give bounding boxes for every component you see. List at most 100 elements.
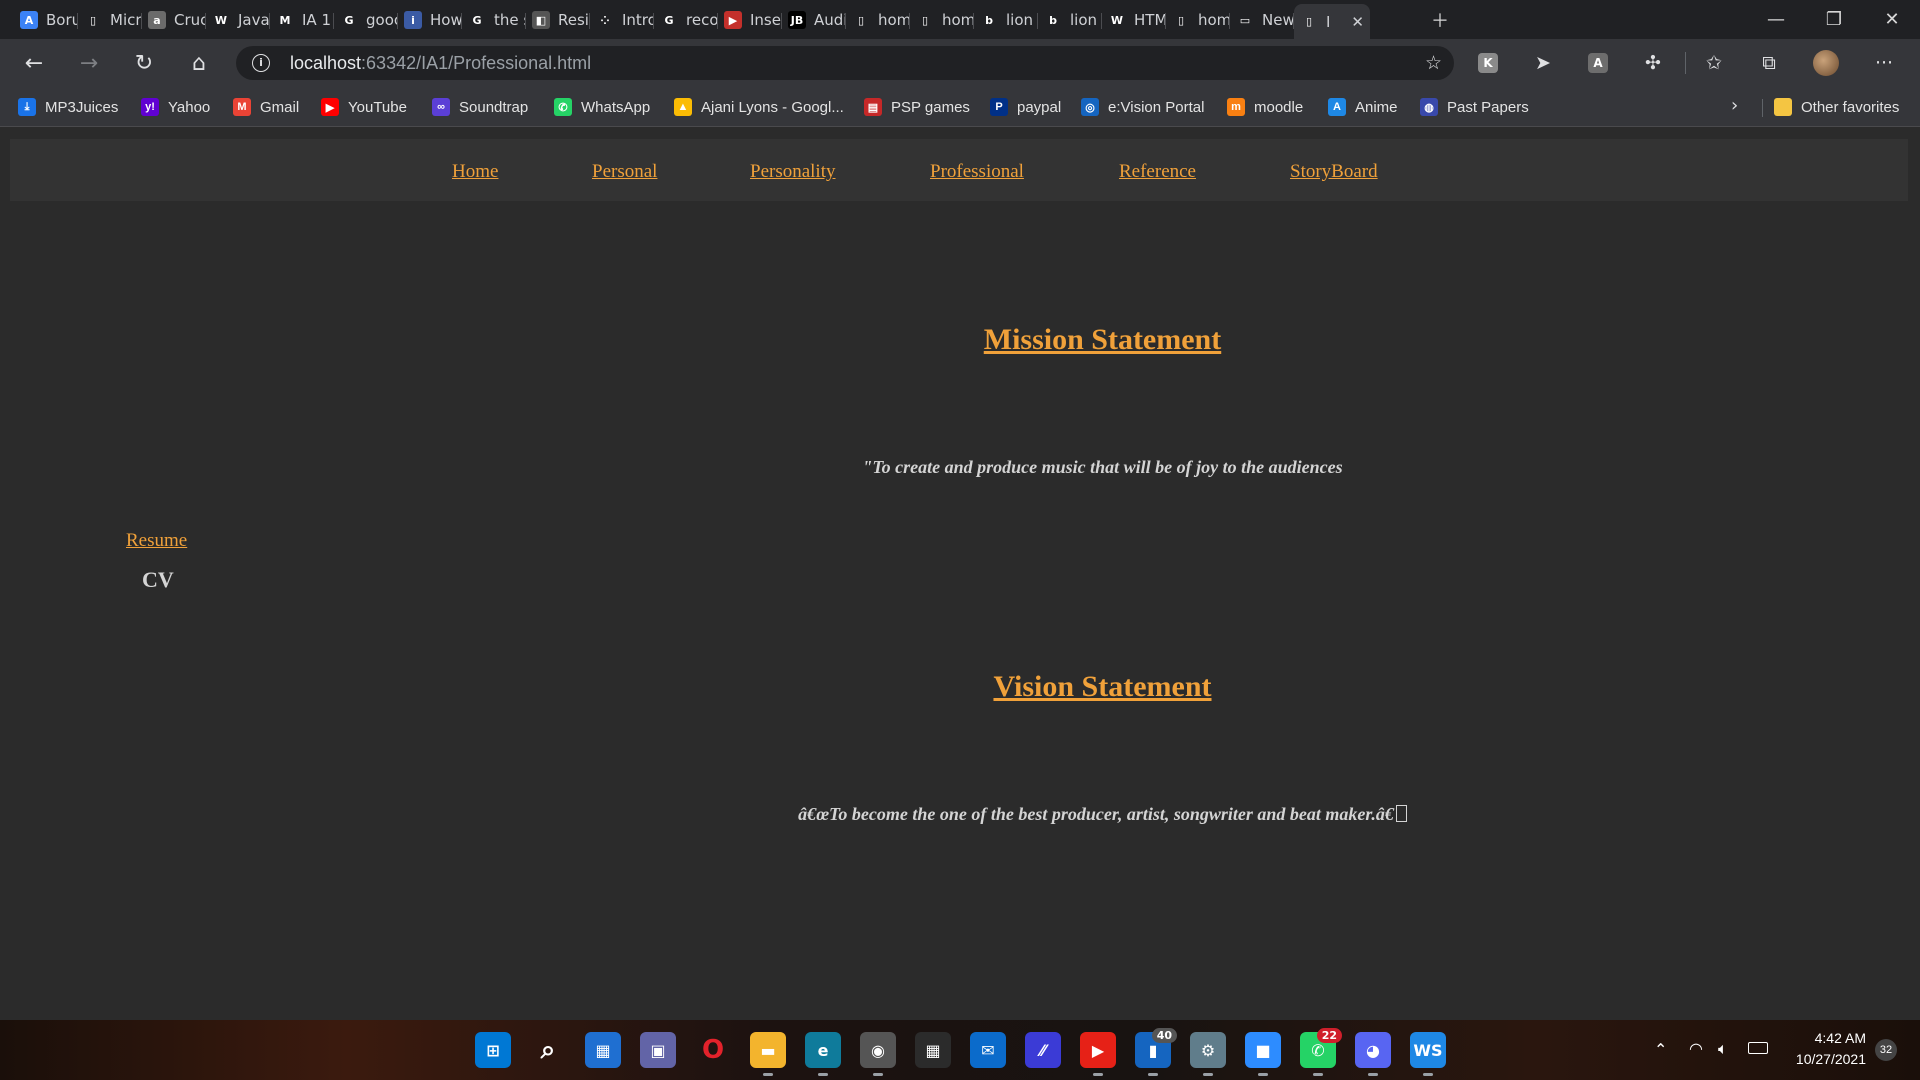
taskbar-whatsapp-icon[interactable]: ✆ 22 <box>1300 1028 1342 1076</box>
tab[interactable]: A Boru <box>14 5 78 35</box>
profile-avatar[interactable] <box>1812 49 1840 77</box>
resume-link[interactable]: Resume <box>126 530 187 552</box>
taskbar-discord-icon[interactable]: ◕ <box>1355 1032 1391 1076</box>
tab-label: hom <box>878 11 910 29</box>
tab[interactable]: b lion <box>974 5 1038 35</box>
bookmark-psp-games[interactable]: ▤ PSP games <box>864 95 970 119</box>
url-text[interactable]: localhost:63342/IA1/Professional.html <box>290 53 591 74</box>
minimize-button[interactable]: — <box>1750 0 1802 39</box>
wifi-icon[interactable]: ◠ <box>1689 1039 1703 1058</box>
extension-cursor-icon[interactable]: ➤ <box>1529 49 1557 77</box>
taskbar-start-icon[interactable]: ⊞ <box>475 1032 511 1068</box>
site-info-icon[interactable]: i <box>252 54 270 72</box>
running-indicator <box>1423 1073 1433 1076</box>
tab[interactable]: ▯ hom <box>846 5 910 35</box>
bookmark-mp3juices[interactable]: ⤓ MP3Juices <box>18 95 118 119</box>
restore-button[interactable]: ❐ <box>1808 0 1860 39</box>
forward-icon[interactable]: → <box>73 47 105 79</box>
tab[interactable]: W Java <box>206 5 270 35</box>
nav-storyboard-link[interactable]: StoryBoard <box>1290 161 1378 183</box>
nav-home-link[interactable]: Home <box>452 161 498 183</box>
bookmark-anime[interactable]: A Anime <box>1328 95 1398 119</box>
battery-icon[interactable] <box>1748 1042 1768 1054</box>
tab[interactable]: ▭ New <box>1230 5 1294 35</box>
volume-icon[interactable]: 🔈︎ <box>1718 1039 1728 1059</box>
taskbar-media-player-icon[interactable]: ◉ <box>860 1032 896 1076</box>
page-icon: ▯ <box>857 13 865 27</box>
bookmark-label: PSP games <box>891 98 970 116</box>
collections-icon[interactable]: ⧉ <box>1755 49 1783 77</box>
taskbar-edge-icon[interactable]: e <box>805 1032 841 1076</box>
taskbar-zoom-icon[interactable]: ■ <box>1245 1032 1281 1076</box>
refresh-icon[interactable]: ↻ <box>128 47 160 79</box>
badge-count: 22 <box>1316 1028 1342 1043</box>
tab[interactable]: ◧ Resiz <box>526 5 590 35</box>
bookmarks-overflow-chevron-icon[interactable]: › <box>1731 95 1738 116</box>
close-tab-icon[interactable]: ✕ <box>1351 13 1364 31</box>
download-icon: ⤓ <box>18 98 36 116</box>
tab[interactable]: Grecor <box>654 5 718 35</box>
running-indicator <box>818 1073 828 1076</box>
tab[interactable]: ▯ Micr <box>78 5 142 35</box>
tab-active[interactable]: ▯ I ✕ <box>1294 4 1370 39</box>
taskbar-youtube-music-icon[interactable]: ▶ <box>1080 1032 1116 1076</box>
bookmark-paypal[interactable]: Ppaypal <box>990 95 1061 119</box>
back-icon[interactable]: ← <box>18 47 50 79</box>
tab[interactable]: ▯ hom <box>1166 5 1230 35</box>
extension-k-icon[interactable]: K <box>1474 49 1502 77</box>
tab[interactable]: W HTM <box>1102 5 1166 35</box>
nav-reference-link[interactable]: Reference <box>1119 161 1196 183</box>
other-favorites[interactable]: Other favorites <box>1774 95 1899 119</box>
bookmark-whatsapp[interactable]: ✆ WhatsApp <box>554 95 650 119</box>
close-window-button[interactable]: ✕ <box>1866 0 1918 39</box>
tab[interactable]: M IA 1 <box>270 5 334 35</box>
tray-chevron-up-icon[interactable]: ⌃ <box>1654 1040 1667 1059</box>
taskbar-search-icon[interactable]: ⌕ <box>530 1032 566 1068</box>
tab[interactable]: ⁘ Intro <box>590 5 654 35</box>
jetbrains-icon: JB <box>788 11 806 29</box>
new-tab-button[interactable]: ＋ <box>1414 0 1466 39</box>
vision-statement-text: â€œTo become the one of the best produce… <box>0 804 1920 825</box>
tab[interactable]: ▶ Inser <box>718 5 782 35</box>
bookmark-e-vision-portal[interactable]: ◎ e:Vision Portal <box>1081 95 1204 119</box>
taskbar-visual-studio-icon[interactable]: ⁄⁄ <box>1025 1032 1061 1068</box>
taskbar-notes-icon[interactable]: ▮ 40 <box>1135 1028 1177 1076</box>
extensions-puzzle-icon[interactable]: ✣ <box>1639 49 1667 77</box>
tab[interactable]: ▯ hom <box>910 5 974 35</box>
clock-time[interactable]: 4:42 AM <box>1806 1030 1866 1046</box>
bookmark-soundtrap[interactable]: ∞ Soundtrap <box>432 95 528 119</box>
taskbar-opera-icon[interactable]: O <box>695 1032 731 1068</box>
nav-professional-link[interactable]: Professional <box>930 161 1024 183</box>
taskbar-widgets-icon[interactable]: ▦ <box>585 1032 621 1068</box>
tab[interactable]: b lion <box>1038 5 1102 35</box>
bookmark-past-papers[interactable]: ◍ Past Papers <box>1420 95 1529 119</box>
bookmark-youtube[interactable]: ▶ YouTube <box>321 95 407 119</box>
bookmark-ajani-lyons-googl[interactable]: ▲ Ajani Lyons - Googl... <box>674 95 844 119</box>
bookmark-moodle[interactable]: m moodle <box>1227 95 1303 119</box>
tab[interactable]: JB Audi <box>782 5 846 35</box>
settings-menu-icon[interactable]: ··· <box>1870 49 1898 77</box>
taskbar-mail-icon[interactable]: ✉ <box>970 1032 1006 1068</box>
taskbar-settings-icon[interactable]: ⚙ <box>1190 1032 1226 1076</box>
address-bar[interactable]: i localhost:63342/IA1/Professional.html … <box>236 46 1454 80</box>
add-favorite-icon[interactable]: ☆ <box>1425 52 1442 74</box>
taskbar-store-icon[interactable]: ▦ <box>915 1032 951 1068</box>
whatsapp-icon: ✆ <box>554 98 572 116</box>
clock-date[interactable]: 10/27/2021 <box>1786 1051 1866 1067</box>
favorites-icon[interactable]: ✩ <box>1700 49 1728 77</box>
taskbar-file-explorer-icon[interactable]: ▬ <box>750 1032 786 1076</box>
nav-personality-link[interactable]: Personality <box>750 161 836 183</box>
taskbar-webstorm-icon[interactable]: WS <box>1410 1032 1446 1076</box>
taskbar-teams-chat-icon[interactable]: ▣ <box>640 1032 676 1068</box>
bookmark-gmail[interactable]: M Gmail <box>233 95 299 119</box>
extension-a-icon[interactable]: A <box>1584 49 1612 77</box>
tab[interactable]: a Cruc <box>142 5 206 35</box>
resize-icon: ◧ <box>532 11 550 29</box>
tab[interactable]: Ggooc <box>334 5 398 35</box>
bookmark-yahoo[interactable]: y! Yahoo <box>141 95 210 119</box>
tab[interactable]: i How <box>398 5 462 35</box>
home-icon[interactable]: ⌂ <box>183 47 215 79</box>
tab[interactable]: Gthe s <box>462 5 526 35</box>
nav-personal-link[interactable]: Personal <box>592 161 657 183</box>
notification-count-badge[interactable]: 32 <box>1875 1039 1897 1061</box>
